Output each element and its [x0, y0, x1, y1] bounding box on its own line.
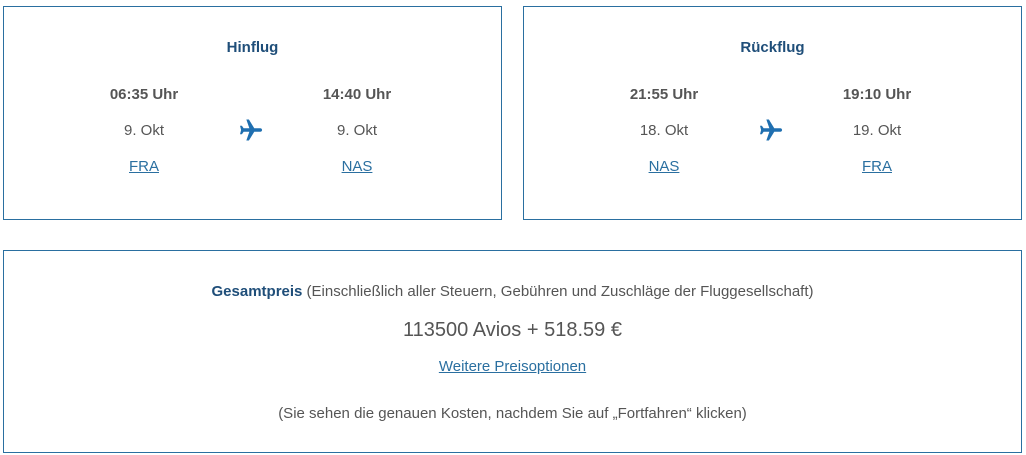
- total-price-label: Gesamtpreis: [211, 283, 303, 300]
- outbound-flight-card: Hinflug 06:35 Uhr 9. Okt FRA 14:40 Uhr 9…: [3, 6, 502, 220]
- price-disclaimer: (Sie sehen die genauen Kosten, nachdem S…: [278, 405, 747, 422]
- return-title: Rückflug: [740, 39, 805, 56]
- total-price-heading: Gesamtpreis (Einschließlich aller Steuer…: [4, 283, 1021, 300]
- more-price-options-link[interactable]: Weitere Preisoptionen: [439, 358, 586, 375]
- outbound-title: Hinflug: [226, 39, 279, 56]
- outbound-departure-date: 9. Okt: [123, 122, 164, 139]
- total-price-label-note: (Einschließlich aller Steuern, Gebühren …: [302, 283, 814, 300]
- total-price-amount: 113500 Avios + 518.59 €: [403, 319, 622, 341]
- return-arrival-date: 19. Okt: [852, 122, 902, 139]
- outbound-departure-airport-link[interactable]: FRA: [84, 158, 204, 175]
- return-arrival-airport-link[interactable]: FRA: [817, 158, 937, 175]
- return-departure-airport-link[interactable]: NAS: [604, 158, 724, 175]
- outbound-arrival-time: 14:40 Uhr: [322, 86, 392, 103]
- return-flight-card: Rückflug 21:55 Uhr 18. Okt NAS 19:10 Uhr…: [523, 6, 1022, 220]
- return-departure-date: 18. Okt: [639, 122, 689, 139]
- outbound-departure-time: 06:35 Uhr: [109, 86, 179, 103]
- total-price-card: Gesamtpreis (Einschließlich aller Steuer…: [3, 250, 1022, 453]
- airplane-icon: [760, 119, 783, 141]
- return-departure-time: 21:55 Uhr: [629, 86, 699, 103]
- outbound-arrival-date: 9. Okt: [336, 122, 377, 139]
- return-arrival-time: 19:10 Uhr: [842, 86, 912, 103]
- outbound-arrival-airport-link[interactable]: NAS: [297, 158, 417, 175]
- airplane-icon: [240, 119, 263, 141]
